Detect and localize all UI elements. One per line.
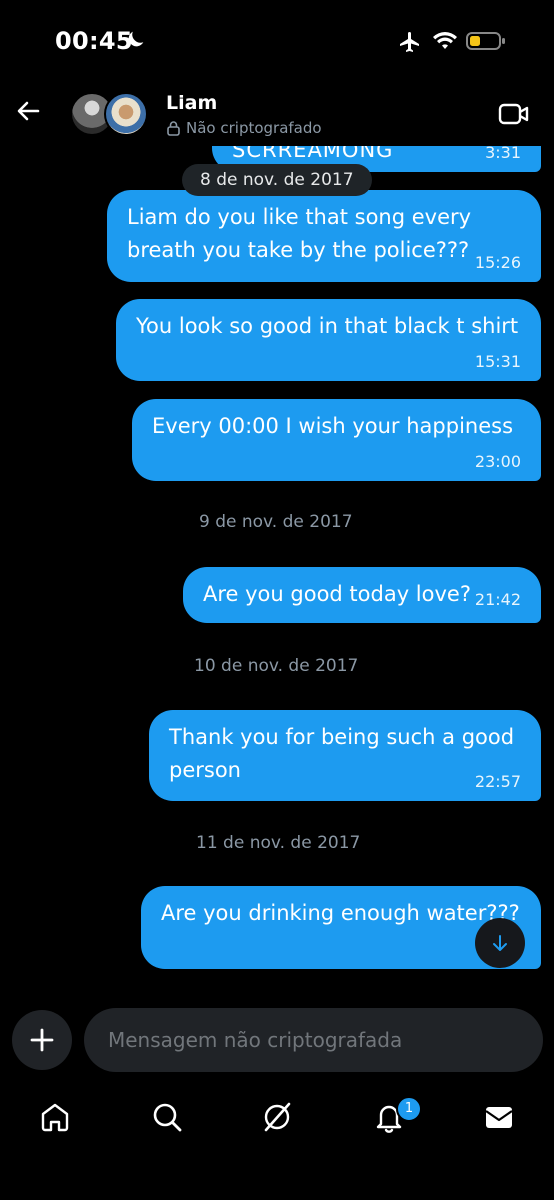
- message-bubble[interactable]: Thank you for being such a good person 2…: [149, 710, 541, 801]
- date-separator: 8 de nov. de 2017: [182, 164, 372, 196]
- encryption-label: Não criptografado: [186, 119, 322, 137]
- message-time: 23:00: [474, 452, 521, 471]
- message-thread[interactable]: SCRREAMONG 3:31 8 de nov. de 2017 Liam d…: [0, 0, 554, 1000]
- avatar[interactable]: [104, 92, 148, 136]
- message-text: Liam do you like that song every breath …: [127, 205, 472, 262]
- message-bubble[interactable]: Every 00:00 I wish your happiness 23:00: [132, 399, 541, 481]
- message-time: 3:31: [485, 143, 521, 162]
- message-bubble[interactable]: You look so good in that black t shirt 1…: [116, 299, 541, 381]
- message-text: Are you drinking enough water???: [161, 901, 520, 925]
- date-separator: 11 de nov. de 2017: [196, 833, 361, 853]
- search-icon[interactable]: [150, 1100, 184, 1134]
- grok-icon[interactable]: [260, 1100, 294, 1134]
- plus-icon: [30, 1028, 54, 1052]
- add-attachment-button[interactable]: [12, 1010, 72, 1070]
- contact-name[interactable]: Liam: [166, 92, 217, 114]
- message-time: 15:31: [474, 352, 521, 371]
- messages-icon[interactable]: [482, 1100, 516, 1134]
- chat-header: Liam Não criptografado: [0, 84, 554, 146]
- scroll-to-bottom-button[interactable]: [475, 918, 525, 968]
- message-bubble[interactable]: Are you good today love? 21:42: [183, 567, 541, 623]
- date-separator: 9 de nov. de 2017: [199, 512, 353, 532]
- notification-badge: 1: [396, 1096, 422, 1122]
- encryption-status: Não criptografado: [166, 119, 322, 137]
- message-input[interactable]: [84, 1008, 543, 1072]
- message-time: 21:42: [474, 590, 521, 609]
- arrow-down-icon: [493, 935, 507, 951]
- message-time: 22:57: [474, 772, 521, 791]
- message-text: Every 00:00 I wish your happiness: [152, 414, 514, 438]
- date-separator: 10 de nov. de 2017: [194, 656, 359, 676]
- message-bubble[interactable]: Liam do you like that song every breath …: [107, 190, 541, 282]
- message-time: 15:26: [474, 253, 521, 272]
- lock-icon: [167, 121, 180, 136]
- video-call-icon[interactable]: [498, 102, 530, 126]
- message-text: You look so good in that black t shirt: [136, 314, 519, 338]
- back-arrow-icon[interactable]: [12, 94, 46, 128]
- bottom-nav: [0, 1086, 554, 1150]
- home-icon[interactable]: [38, 1100, 72, 1134]
- message-text: Are you good today love?: [203, 582, 471, 606]
